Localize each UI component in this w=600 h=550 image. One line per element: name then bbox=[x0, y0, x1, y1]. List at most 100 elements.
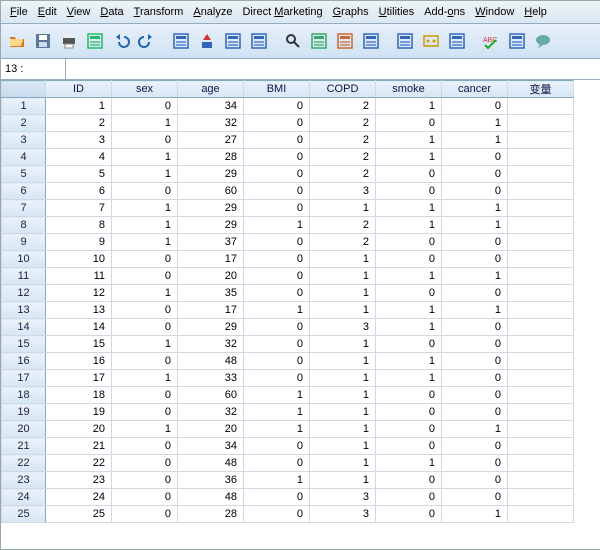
cell[interactable]: 36 bbox=[178, 472, 244, 489]
cell[interactable]: 3 bbox=[46, 132, 112, 149]
cell[interactable]: 0 bbox=[442, 183, 508, 200]
cell[interactable]: 1 bbox=[376, 268, 442, 285]
column-header[interactable]: cancer bbox=[442, 81, 508, 98]
cell[interactable] bbox=[508, 336, 574, 353]
cell[interactable]: 0 bbox=[376, 251, 442, 268]
row-header[interactable]: 10 bbox=[2, 251, 46, 268]
cell[interactable]: 0 bbox=[376, 404, 442, 421]
row-header[interactable]: 25 bbox=[2, 506, 46, 523]
cell[interactable]: 37 bbox=[178, 234, 244, 251]
cell[interactable]: 6 bbox=[46, 183, 112, 200]
cell[interactable]: 0 bbox=[112, 98, 178, 115]
cell[interactable]: 1 bbox=[112, 421, 178, 438]
cell[interactable]: 0 bbox=[244, 166, 310, 183]
row-header[interactable]: 9 bbox=[2, 234, 46, 251]
help-balloon-icon[interactable] bbox=[531, 29, 555, 53]
cell[interactable]: 24 bbox=[46, 489, 112, 506]
cell[interactable]: 0 bbox=[442, 98, 508, 115]
cell[interactable]: 0 bbox=[112, 506, 178, 523]
cell[interactable]: 1 bbox=[112, 115, 178, 132]
cell[interactable]: 1 bbox=[112, 285, 178, 302]
cell[interactable]: 1 bbox=[244, 404, 310, 421]
cell[interactable]: 1 bbox=[376, 149, 442, 166]
cell[interactable]: 1 bbox=[376, 353, 442, 370]
cell[interactable]: 48 bbox=[178, 489, 244, 506]
cell[interactable]: 3 bbox=[310, 183, 376, 200]
cell[interactable]: 0 bbox=[244, 115, 310, 132]
cell[interactable]: 0 bbox=[442, 353, 508, 370]
cell[interactable]: 0 bbox=[442, 285, 508, 302]
cell-value-box[interactable] bbox=[66, 59, 600, 79]
cell[interactable] bbox=[508, 421, 574, 438]
open-icon[interactable] bbox=[5, 29, 29, 53]
cell[interactable]: 0 bbox=[112, 455, 178, 472]
cell[interactable]: 0 bbox=[442, 455, 508, 472]
cell[interactable]: 0 bbox=[112, 438, 178, 455]
cell[interactable]: 0 bbox=[244, 149, 310, 166]
cell[interactable]: 5 bbox=[46, 166, 112, 183]
cell[interactable]: 25 bbox=[46, 506, 112, 523]
row-header[interactable]: 17 bbox=[2, 370, 46, 387]
cell[interactable]: 1 bbox=[310, 200, 376, 217]
cell[interactable]: 0 bbox=[244, 234, 310, 251]
cell[interactable]: 0 bbox=[112, 183, 178, 200]
row-header[interactable]: 8 bbox=[2, 217, 46, 234]
cell[interactable]: 12 bbox=[46, 285, 112, 302]
cell[interactable]: 0 bbox=[112, 319, 178, 336]
row-header[interactable]: 6 bbox=[2, 183, 46, 200]
cell[interactable]: 33 bbox=[178, 370, 244, 387]
cell[interactable]: 0 bbox=[442, 336, 508, 353]
grid-corner[interactable] bbox=[2, 81, 46, 98]
cell[interactable]: 1 bbox=[46, 98, 112, 115]
cell[interactable]: 48 bbox=[178, 455, 244, 472]
split-file-icon[interactable] bbox=[333, 29, 357, 53]
column-header[interactable]: COPD bbox=[310, 81, 376, 98]
cell[interactable]: 0 bbox=[244, 438, 310, 455]
cell[interactable]: 0 bbox=[442, 438, 508, 455]
cell[interactable]: 1 bbox=[310, 387, 376, 404]
data-grid-scroll[interactable]: IDsexageBMICOPDsmokecancer变量 11034021022… bbox=[1, 80, 600, 549]
cell[interactable]: 28 bbox=[178, 506, 244, 523]
select-cases-icon[interactable] bbox=[393, 29, 417, 53]
cell[interactable]: 0 bbox=[442, 234, 508, 251]
cell[interactable]: 19 bbox=[46, 404, 112, 421]
print-icon[interactable] bbox=[57, 29, 81, 53]
cell[interactable]: 0 bbox=[244, 489, 310, 506]
cell[interactable]: 1 bbox=[310, 472, 376, 489]
cell[interactable]: 17 bbox=[178, 251, 244, 268]
find-icon[interactable] bbox=[281, 29, 305, 53]
cell[interactable]: 0 bbox=[442, 319, 508, 336]
cell[interactable]: 0 bbox=[244, 336, 310, 353]
cell[interactable]: 1 bbox=[310, 268, 376, 285]
cell[interactable]: 2 bbox=[310, 149, 376, 166]
cell[interactable] bbox=[508, 438, 574, 455]
cell[interactable]: 35 bbox=[178, 285, 244, 302]
cell[interactable]: 0 bbox=[244, 506, 310, 523]
undo-icon[interactable] bbox=[109, 29, 133, 53]
cell[interactable]: 0 bbox=[376, 336, 442, 353]
cell[interactable]: 29 bbox=[178, 217, 244, 234]
cell[interactable]: 1 bbox=[310, 455, 376, 472]
cell[interactable]: 2 bbox=[310, 115, 376, 132]
cell[interactable]: 1 bbox=[244, 217, 310, 234]
row-header[interactable]: 11 bbox=[2, 268, 46, 285]
cell[interactable]: 1 bbox=[442, 421, 508, 438]
cell[interactable]: 9 bbox=[46, 234, 112, 251]
cell[interactable]: 0 bbox=[376, 387, 442, 404]
row-header[interactable]: 1 bbox=[2, 98, 46, 115]
sort-asc-icon[interactable] bbox=[195, 29, 219, 53]
cell[interactable]: 1 bbox=[310, 336, 376, 353]
cell[interactable]: 0 bbox=[376, 472, 442, 489]
row-header[interactable]: 5 bbox=[2, 166, 46, 183]
cell[interactable] bbox=[508, 98, 574, 115]
cell[interactable]: 2 bbox=[310, 234, 376, 251]
cell[interactable]: 0 bbox=[112, 302, 178, 319]
cell[interactable]: 1 bbox=[376, 455, 442, 472]
cell[interactable] bbox=[508, 149, 574, 166]
weight-icon[interactable] bbox=[359, 29, 383, 53]
cell[interactable]: 2 bbox=[46, 115, 112, 132]
cell[interactable]: 0 bbox=[376, 489, 442, 506]
cell[interactable]: 0 bbox=[112, 353, 178, 370]
column-header[interactable]: BMI bbox=[244, 81, 310, 98]
menu-item-4[interactable]: Transform bbox=[129, 5, 189, 19]
